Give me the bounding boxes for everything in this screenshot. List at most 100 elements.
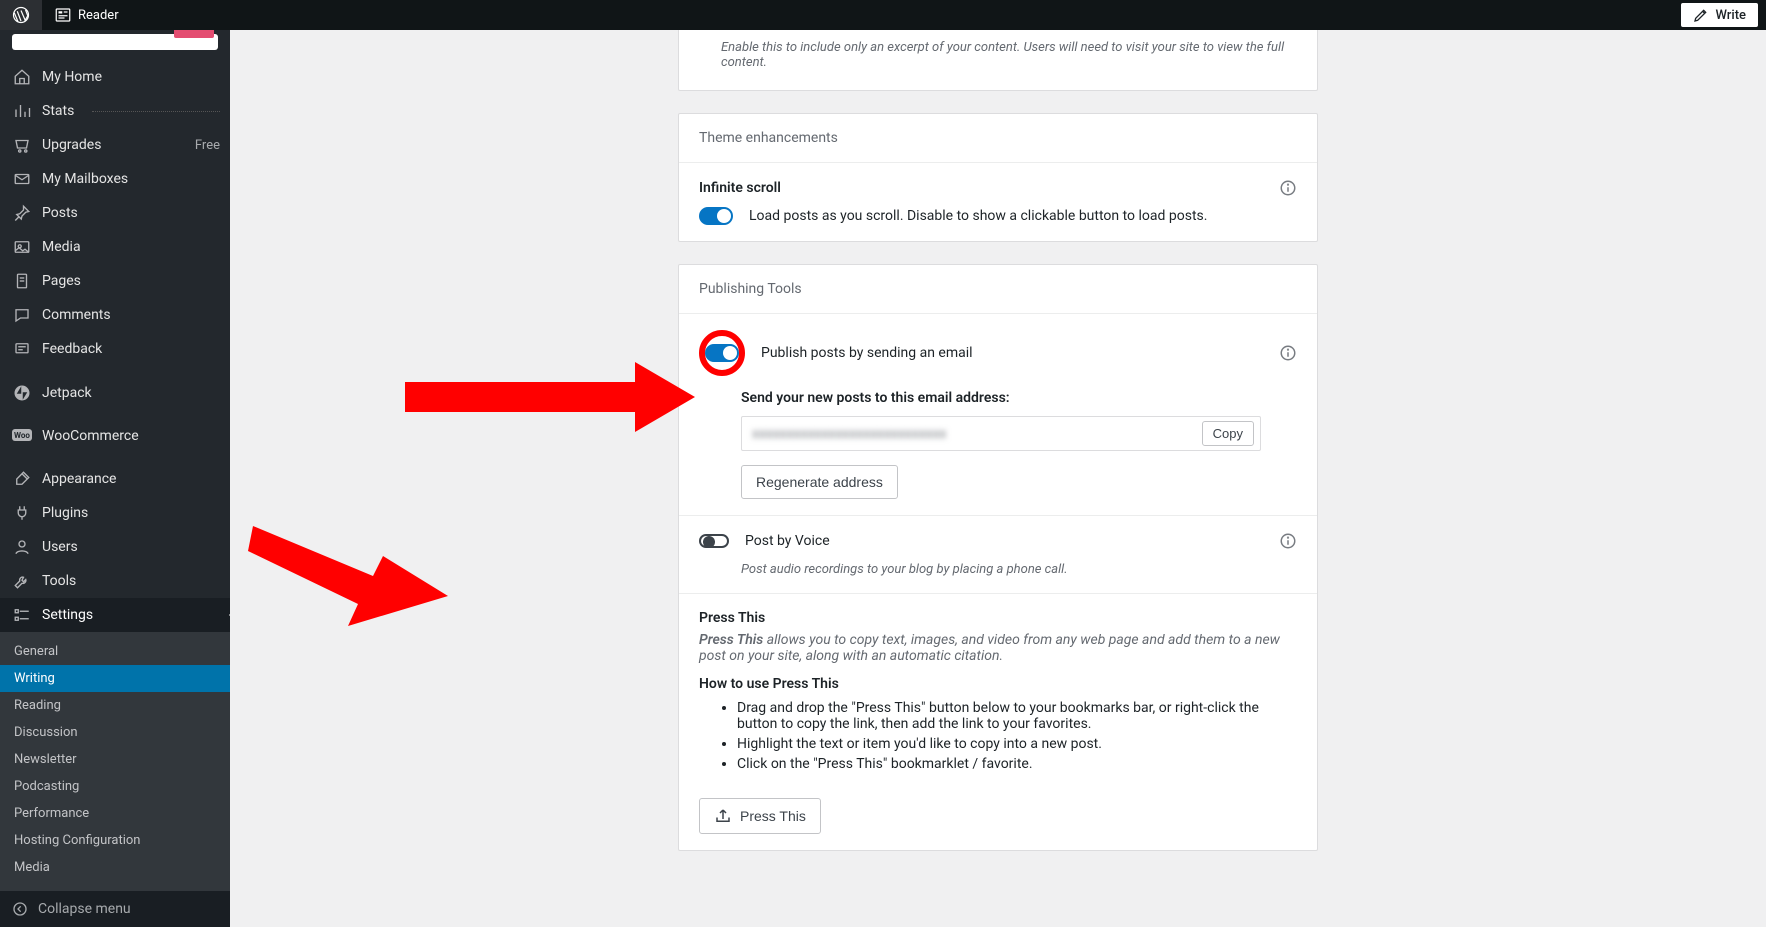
reader-label: Reader (78, 8, 119, 23)
feedback-icon (12, 340, 32, 358)
sidebar-item-label: Comments (42, 307, 111, 323)
woo-icon: Woo (12, 429, 32, 443)
share-icon (714, 807, 732, 825)
sidebar-item-label: Media (42, 239, 81, 255)
sidebar-item-my-home[interactable]: My Home (0, 60, 230, 94)
sidebar-item-label: Stats (42, 103, 74, 119)
press-this-step: Highlight the text or item you'd like to… (737, 736, 1297, 752)
settings-icon (12, 606, 32, 624)
sidebar-item-label: WooCommerce (42, 428, 139, 444)
sidebar-item-appearance[interactable]: Appearance (0, 462, 230, 496)
excerpt-help-text: Enable this to include only an excerpt o… (679, 30, 1317, 90)
reader-icon (54, 6, 72, 24)
pin-icon (12, 204, 32, 222)
sidebar-item-label: Pages (42, 273, 81, 289)
settings-sub-reading[interactable]: Reading (0, 692, 230, 719)
infinite-scroll-title: Infinite scroll (699, 180, 781, 196)
publishing-tools-title: Publishing Tools (679, 265, 1317, 314)
sidebar-item-label: My Home (42, 69, 102, 85)
tools-icon (12, 572, 32, 590)
settings-sub-hosting-configuration[interactable]: Hosting Configuration (0, 827, 230, 854)
press-this-title: Press This (699, 610, 1297, 626)
jetpack-icon (12, 384, 32, 402)
theme-enhancements-title: Theme enhancements (679, 114, 1317, 163)
reader-link[interactable]: Reader (42, 0, 131, 30)
sidebar-item-settings[interactable]: Settings (0, 598, 230, 632)
settings-sub-performance[interactable]: Performance (0, 800, 230, 827)
sidebar-item-jetpack[interactable]: Jetpack (0, 376, 230, 410)
settings-sub-discussion[interactable]: Discussion (0, 719, 230, 746)
sidebar-item-label: My Mailboxes (42, 171, 128, 187)
sidebar-item-label: Upgrades (42, 137, 101, 153)
settings-sub-podcasting[interactable]: Podcasting (0, 773, 230, 800)
publishing-tools-panel: Publishing Tools Publish posts by sendin… (678, 264, 1318, 851)
settings-sub-media[interactable]: Media (0, 854, 230, 881)
theme-enhancements-panel: Theme enhancements Infinite scroll Load … (678, 113, 1318, 242)
svg-text:Woo: Woo (14, 431, 30, 440)
sidebar-item-media[interactable]: Media (0, 230, 230, 264)
info-icon[interactable] (1279, 532, 1297, 550)
brush-icon (12, 470, 32, 488)
collapse-label: Collapse menu (38, 901, 131, 917)
sidebar-item-label: Feedback (42, 341, 102, 357)
annotation-arrow-2 (248, 526, 448, 626)
media-icon (12, 238, 32, 256)
settings-sub-newsletter[interactable]: Newsletter (0, 746, 230, 773)
post-by-voice-help: Post audio recordings to your blog by pl… (699, 562, 1297, 577)
press-this-step: Click on the "Press This" bookmarklet / … (737, 756, 1297, 772)
sidebar-item-my-mailboxes[interactable]: My Mailboxes (0, 162, 230, 196)
post-by-voice-label: Post by Voice (745, 533, 830, 549)
wordpress-logo-icon (12, 6, 30, 24)
post-by-voice-toggle[interactable] (699, 534, 729, 548)
press-this-desc: Press This allows you to copy text, imag… (699, 632, 1297, 664)
post-by-email-address[interactable]: xxxxxxxxxxxxxxxxxxxxxxxxxxxx (752, 426, 1202, 442)
cart-icon (12, 136, 32, 154)
publish-by-email-toggle[interactable] (705, 344, 739, 362)
write-button[interactable]: Write (1681, 3, 1758, 27)
pages-icon (12, 272, 32, 290)
sidebar-item-pages[interactable]: Pages (0, 264, 230, 298)
sidebar-item-label: Posts (42, 205, 78, 221)
copy-email-button[interactable]: Copy (1202, 421, 1254, 446)
sidebar-item-tools[interactable]: Tools (0, 564, 230, 598)
admin-sidebar: My Home Stats Upgrades Free My Mailboxes Post… (0, 30, 230, 927)
sidebar-item-upgrades[interactable]: Upgrades Free (0, 128, 230, 162)
write-quill-icon (1693, 7, 1709, 23)
press-this-step: Drag and drop the "Press This" button be… (737, 700, 1297, 732)
settings-sub-general[interactable]: General (0, 638, 230, 665)
sidebar-item-users[interactable]: Users (0, 530, 230, 564)
press-this-button[interactable]: Press This (699, 798, 821, 834)
annotation-highlight-circle (699, 330, 745, 376)
mail-icon (12, 170, 32, 188)
sidebar-item-label: Jetpack (42, 385, 92, 401)
comments-icon (12, 306, 32, 324)
email-field-label: Send your new posts to this email addres… (741, 390, 1297, 406)
sidebar-item-label: Tools (42, 573, 76, 589)
infinite-scroll-toggle[interactable] (699, 207, 733, 225)
annotation-arrow-1 (405, 362, 695, 432)
wordpress-logo-button[interactable] (0, 0, 42, 30)
press-this-howto: How to use Press This (699, 676, 1297, 692)
sidebar-item-posts[interactable]: Posts (0, 196, 230, 230)
collapse-menu-button[interactable]: Collapse menu (0, 891, 230, 927)
sidebar-item-woocommerce[interactable]: Woo WooCommerce (0, 420, 230, 452)
site-card[interactable] (12, 34, 218, 50)
info-icon[interactable] (1279, 179, 1297, 197)
sidebar-item-badge: Free (195, 138, 220, 153)
sidebar-item-plugins[interactable]: Plugins (0, 496, 230, 530)
sidebar-item-comments[interactable]: Comments (0, 298, 230, 332)
regenerate-address-button[interactable]: Regenerate address (741, 465, 898, 499)
sidebar-item-label: Settings (42, 607, 93, 623)
sidebar-item-stats[interactable]: Stats (0, 94, 230, 128)
user-icon (12, 538, 32, 556)
sidebar-item-label: Appearance (42, 471, 116, 487)
infinite-scroll-desc: Load posts as you scroll. Disable to sho… (749, 208, 1207, 224)
write-label: Write (1715, 8, 1746, 23)
sidebar-item-label: Plugins (42, 505, 88, 521)
publish-by-email-label: Publish posts by sending an email (761, 345, 973, 361)
sidebar-item-feedback[interactable]: Feedback (0, 332, 230, 366)
collapse-icon (12, 901, 28, 917)
plug-icon (12, 504, 32, 522)
info-icon[interactable] (1279, 344, 1297, 362)
settings-sub-writing[interactable]: Writing (0, 665, 230, 692)
